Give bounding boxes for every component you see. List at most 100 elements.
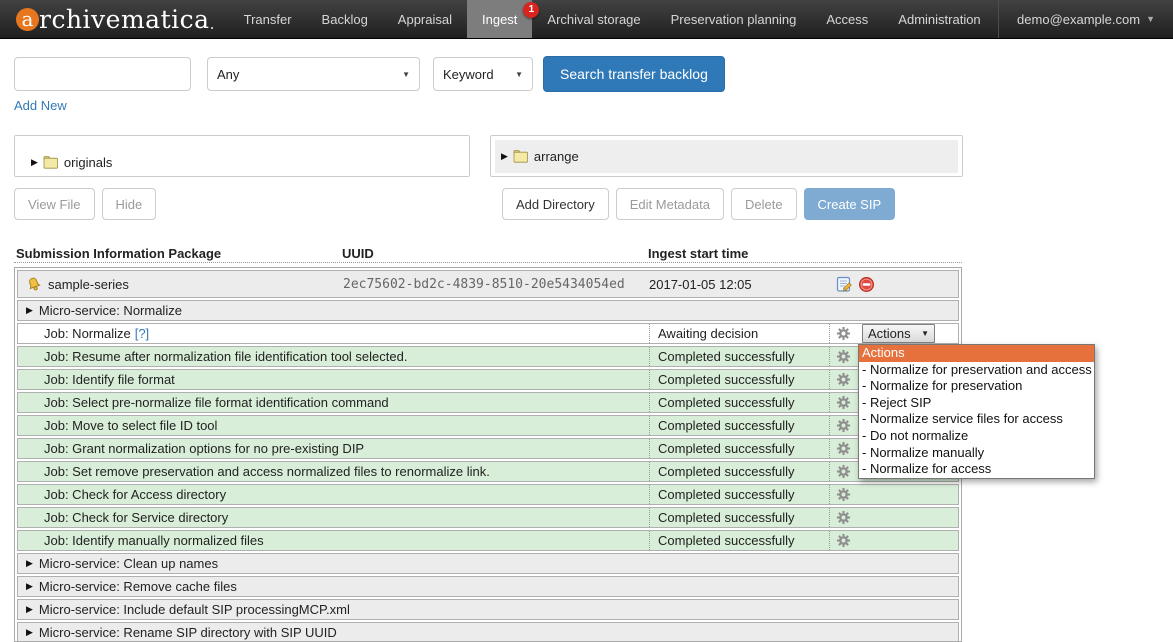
microservice-label: Micro-service: Clean up names: [39, 556, 218, 571]
nav-item-transfer[interactable]: Transfer: [229, 0, 307, 38]
page: archivematica. Transfer BacklogAppraisalI…: [0, 0, 1173, 642]
job-help-link[interactable]: [?]: [135, 326, 149, 341]
expand-triangle-icon: ▶: [26, 581, 33, 592]
gear-icon[interactable]: [829, 508, 857, 527]
job-name: Job: Grant normalization options for no …: [18, 439, 649, 458]
remove-icon[interactable]: [858, 276, 875, 293]
view-file-button[interactable]: View File: [14, 188, 95, 220]
expand-triangle-icon[interactable]: ▶: [501, 151, 508, 162]
dropdown-option[interactable]: - Normalize for access: [859, 461, 1094, 478]
archivematica-logo[interactable]: archivematica.: [0, 0, 229, 38]
gear-icon[interactable]: [829, 324, 857, 343]
sip-ingest-start-time: 2017-01-05 12:05: [649, 277, 752, 292]
search-field-select[interactable]: Any ▼: [207, 57, 420, 91]
caret-down-icon: ▼: [515, 70, 523, 79]
originals-folder-row[interactable]: ▶ originals: [25, 146, 469, 179]
job-name: Job: Normalize [?]: [18, 324, 649, 343]
job-status: Completed successfully: [649, 416, 829, 435]
nav-item-ingest[interactable]: Ingest1: [467, 0, 532, 38]
actions-dropdown-menu: Actions- Normalize for preservation and …: [858, 344, 1095, 479]
gear-icon[interactable]: [829, 485, 857, 504]
nav-item-label: Administration: [898, 12, 980, 27]
column-header-sip: Submission Information Package: [16, 246, 221, 261]
job-status: Completed successfully: [649, 393, 829, 412]
delete-button[interactable]: Delete: [731, 188, 797, 220]
dropdown-option-header[interactable]: Actions: [859, 345, 1094, 362]
nav-item-archival-storage[interactable]: Archival storage: [532, 0, 655, 38]
microservice-row[interactable]: ▶Micro-service: Clean up names: [17, 553, 959, 574]
job-row: Job: Check for Service directoryComplete…: [17, 507, 959, 528]
sip-row[interactable]: sample-series 2ec75602-bd2c-4839-8510-20…: [17, 270, 959, 298]
gear-icon[interactable]: [829, 347, 857, 366]
job-name: Job: Identify manually normalized files: [18, 531, 649, 550]
metadata-report-icon[interactable]: [836, 276, 853, 293]
nav-item-access[interactable]: Access: [811, 0, 883, 38]
hide-button[interactable]: Hide: [102, 188, 157, 220]
gear-icon[interactable]: [829, 393, 857, 412]
job-row: Job: Normalize[?]Awaiting decisionAction…: [17, 323, 959, 344]
dropdown-option[interactable]: - Normalize for preservation: [859, 378, 1094, 395]
job-name-text: Job: Set remove preservation and access …: [44, 464, 490, 479]
search-field-value: Any: [217, 67, 239, 82]
column-header-uuid: UUID: [342, 246, 374, 261]
dropdown-option[interactable]: - Normalize manually: [859, 445, 1094, 462]
user-email: demo@example.com: [1017, 12, 1140, 27]
microservice-row[interactable]: ▶Micro-service: Rename SIP directory wit…: [17, 622, 959, 642]
arrange-toolbar: Add Directory Edit Metadata Delete Creat…: [502, 188, 895, 220]
dropdown-option[interactable]: - Do not normalize: [859, 428, 1094, 445]
header-divider: [14, 262, 962, 263]
job-name: Job: Identify file format: [18, 370, 649, 389]
job-name-text: Job: Check for Service directory: [44, 510, 228, 525]
search-backlog-button[interactable]: Search transfer backlog: [543, 56, 725, 92]
caret-down-icon: ▼: [1146, 14, 1155, 24]
dropdown-option[interactable]: - Reject SIP: [859, 395, 1094, 412]
job-name-text: Job: Normalize: [44, 326, 131, 341]
caret-down-icon: ▼: [921, 329, 929, 338]
job-row: Job: Move to select file ID toolComplete…: [17, 415, 959, 436]
dropdown-option[interactable]: - Normalize for preservation and access: [859, 362, 1094, 379]
edit-metadata-button[interactable]: Edit Metadata: [616, 188, 724, 220]
sip-row-actions: [836, 276, 875, 293]
job-status: Completed successfully: [649, 439, 829, 458]
create-sip-button[interactable]: Create SIP: [804, 188, 896, 220]
job-name-text: Job: Check for Access directory: [44, 487, 226, 502]
nav-item-administration[interactable]: Administration: [883, 0, 995, 38]
gear-icon[interactable]: [829, 462, 857, 481]
microservice-row-normalize[interactable]: ▶ Micro-service: Normalize: [17, 300, 959, 321]
search-type-value: Keyword: [443, 67, 494, 82]
dropdown-option[interactable]: - Normalize service files for access: [859, 411, 1094, 428]
gear-icon[interactable]: [829, 416, 857, 435]
add-directory-button[interactable]: Add Directory: [502, 188, 609, 220]
caret-down-icon: ▼: [402, 70, 410, 79]
nav-item-appraisal[interactable]: Appraisal: [383, 0, 467, 38]
job-name-text: Job: Select pre-normalize file format id…: [44, 395, 389, 410]
job-status: Completed successfully: [649, 347, 829, 366]
job-name: Job: Resume after normalization file ide…: [18, 347, 649, 366]
nav-item-preservation-planning[interactable]: Preservation planning: [656, 0, 812, 38]
nav-item-label: Transfer: [244, 12, 292, 27]
sip-bell-icon: [26, 276, 42, 292]
microservice-row[interactable]: ▶ Micro-service: Include default SIP proc…: [17, 599, 959, 620]
gear-icon[interactable]: [829, 531, 857, 550]
job-row: Job: Grant normalization options for no …: [17, 438, 959, 459]
expand-triangle-icon[interactable]: ▶: [31, 157, 38, 168]
actions-select[interactable]: Actions▼: [862, 324, 935, 343]
job-name-text: Job: Identify manually normalized files: [44, 533, 264, 548]
nav-item-backlog[interactable]: Backlog: [307, 0, 383, 38]
folder-icon: [43, 156, 59, 169]
expand-triangle-icon: ▶: [26, 604, 33, 615]
sip-table: sample-series 2ec75602-bd2c-4839-8510-20…: [14, 267, 962, 642]
search-input[interactable]: [14, 57, 191, 91]
logo-a-icon: a: [16, 8, 39, 31]
job-status: Completed successfully: [649, 485, 829, 504]
microservice-row[interactable]: ▶Micro-service: Remove cache files: [17, 576, 959, 597]
logo-dot: .: [210, 14, 215, 38]
user-menu[interactable]: demo@example.com ▼: [998, 0, 1173, 38]
microservice-label: Micro-service: Include default SIP proce…: [39, 602, 350, 617]
arrange-folder-row[interactable]: ▶ arrange: [495, 140, 958, 173]
gear-icon[interactable]: [829, 439, 857, 458]
job-rows: Job: Normalize[?]Awaiting decisionAction…: [15, 323, 961, 551]
gear-icon[interactable]: [829, 370, 857, 389]
search-type-select[interactable]: Keyword ▼: [433, 57, 533, 91]
add-new-link[interactable]: Add New: [14, 98, 67, 113]
